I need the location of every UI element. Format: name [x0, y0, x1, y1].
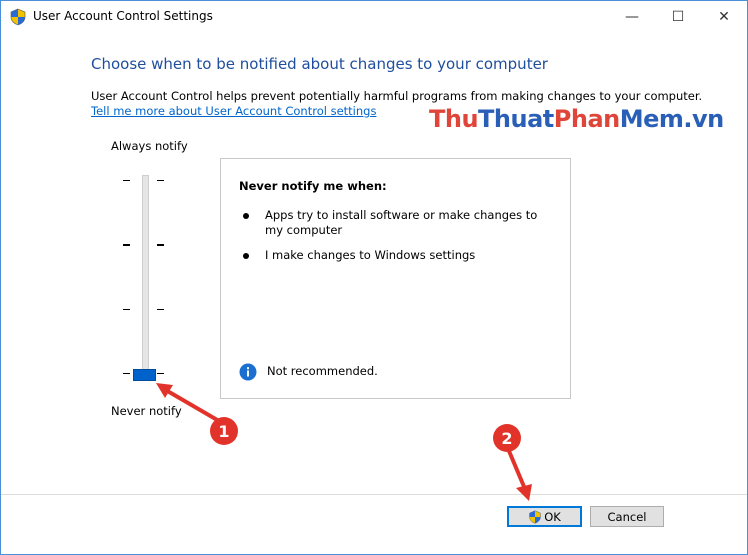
annotation-arrow-2	[507, 449, 527, 491]
info-bullet-text: I make changes to Windows settings	[265, 248, 476, 262]
close-button[interactable]: ✕	[701, 1, 747, 33]
info-panel-title: Never notify me when:	[239, 179, 387, 193]
maximize-icon: ☐	[671, 9, 685, 25]
watermark-logo: ThuThuatPhanMem.vn	[429, 105, 724, 133]
recommendation-note: Not recommended.	[267, 364, 378, 378]
learn-more-link[interactable]: Tell me more about User Account Control …	[91, 104, 376, 118]
bullet-dot	[243, 253, 249, 259]
description-text: User Account Control helps prevent poten…	[91, 89, 703, 103]
info-icon	[239, 363, 257, 381]
footer-divider	[1, 494, 747, 495]
slider-tick	[157, 373, 164, 374]
slider-tick	[157, 309, 164, 310]
watermark-part: Mem.vn	[619, 105, 725, 133]
uac-shield-icon	[10, 8, 26, 26]
page-heading: Choose when to be notified about changes…	[91, 55, 548, 73]
slider-thumb[interactable]	[133, 369, 156, 381]
info-panel: Never notify me when: Apps try to instal…	[220, 158, 571, 399]
slider-tick	[157, 180, 164, 181]
watermark-part: Thuat	[478, 105, 554, 133]
annotation-arrowhead-2	[516, 484, 532, 501]
watermark-part: Thu	[429, 105, 479, 133]
watermark-part: Phan	[553, 105, 620, 133]
minimize-button[interactable]: —	[609, 1, 655, 33]
cancel-button-label: Cancel	[607, 509, 647, 524]
minimize-icon: —	[625, 9, 639, 25]
slider-bottom-label: Never notify	[111, 404, 182, 418]
uac-shield-icon	[529, 510, 541, 523]
title-bar[interactable]: User Account Control Settings — ☐ ✕	[1, 1, 747, 33]
annotation-arrowhead-1	[156, 383, 173, 398]
maximize-button[interactable]: ☐	[655, 1, 701, 33]
close-icon: ✕	[718, 9, 730, 25]
uac-window: User Account Control Settings — ☐ ✕ Choo…	[0, 0, 748, 555]
annotation-badge-2: 2	[493, 424, 521, 452]
bullet-dot	[243, 213, 249, 219]
slider-tick	[123, 373, 130, 374]
ok-button-label: OK	[544, 509, 561, 524]
annotation-badge-1: 1	[210, 417, 238, 445]
window-title: User Account Control Settings	[33, 9, 213, 23]
slider-track[interactable]	[142, 175, 149, 377]
cancel-button[interactable]: Cancel	[590, 506, 664, 527]
slider-top-label: Always notify	[111, 139, 188, 153]
slider-tick	[123, 180, 130, 181]
slider-tick	[123, 244, 130, 246]
info-bullet-text: Apps try to install software or make cha…	[265, 208, 538, 237]
slider-tick	[123, 309, 130, 310]
ok-button[interactable]: OK	[507, 506, 582, 527]
slider-tick	[157, 244, 164, 246]
